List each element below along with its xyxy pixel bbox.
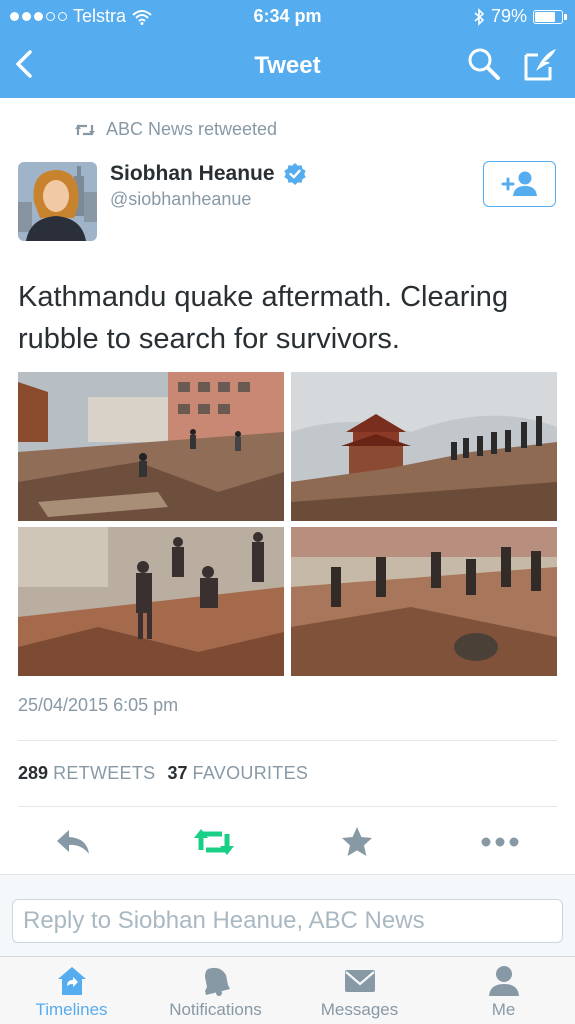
status-bar: Telstra 6:34 pm 79% bbox=[0, 0, 575, 32]
tweet-photo[interactable] bbox=[291, 372, 557, 521]
tweet-photo[interactable] bbox=[18, 372, 284, 521]
nav-bar: Tweet bbox=[0, 32, 575, 98]
home-icon bbox=[57, 967, 86, 995]
rubble-photo-3 bbox=[18, 527, 284, 676]
tweet-text: Kathmandu quake aftermath. Clearing rubb… bbox=[18, 281, 509, 355]
tweet-stats: 289 RETWEETS 37 FAVOURITES bbox=[18, 763, 308, 784]
tweet-timestamp: 25/04/2015 6:05 pm bbox=[18, 695, 179, 715]
photo-grid bbox=[18, 372, 557, 676]
search-icon bbox=[468, 48, 500, 80]
favourite-button[interactable] bbox=[335, 820, 379, 864]
retweet-small-icon bbox=[75, 124, 95, 135]
reply-button[interactable] bbox=[51, 820, 95, 864]
retweeted-label: ABC News retweeted bbox=[106, 119, 278, 139]
tweet-photo[interactable] bbox=[291, 527, 557, 676]
tweet-photo[interactable] bbox=[18, 527, 284, 676]
reply-icon bbox=[57, 830, 89, 854]
follow-button[interactable] bbox=[483, 161, 556, 207]
tab-label: Messages bbox=[320, 1000, 399, 1019]
divider bbox=[18, 740, 557, 741]
rubble-photo-1 bbox=[18, 372, 284, 521]
search-button[interactable] bbox=[466, 46, 502, 82]
favourites-label: FAVOURITES bbox=[192, 763, 309, 783]
separator-band bbox=[0, 874, 575, 888]
tab-notifications[interactable]: Notifications bbox=[144, 957, 287, 1024]
battery-percent: 79% bbox=[490, 6, 527, 26]
back-button[interactable] bbox=[10, 46, 42, 82]
retweets-count: 289 bbox=[18, 763, 49, 783]
more-button[interactable] bbox=[478, 820, 522, 864]
bluetooth-icon bbox=[474, 7, 485, 26]
retweets-label: RETWEETS bbox=[53, 763, 156, 783]
author-name: Siobhan Heanue bbox=[110, 162, 275, 185]
battery-icon bbox=[533, 9, 567, 24]
reply-bar bbox=[0, 888, 575, 956]
favourites-stat[interactable]: 37 FAVOURITES bbox=[167, 763, 308, 784]
tab-timelines[interactable]: Timelines bbox=[0, 957, 143, 1024]
add-user-icon bbox=[501, 171, 537, 196]
person-icon bbox=[488, 966, 519, 996]
tab-label: Notifications bbox=[169, 1000, 262, 1019]
status-right-group: 79% bbox=[473, 6, 567, 27]
envelope-icon bbox=[344, 970, 375, 992]
rubble-photo-2 bbox=[291, 372, 557, 521]
retweets-stat[interactable]: 289 RETWEETS bbox=[18, 763, 155, 784]
verified-badge-icon bbox=[283, 163, 306, 185]
tab-label: Timelines bbox=[35, 1000, 108, 1019]
chevron-left-icon bbox=[16, 50, 32, 78]
more-icon bbox=[481, 837, 519, 847]
battery-level bbox=[535, 11, 555, 22]
author-name-row[interactable]: Siobhan Heanue bbox=[110, 162, 307, 186]
avatar-image bbox=[18, 162, 97, 241]
author-avatar[interactable] bbox=[18, 162, 97, 241]
compose-icon bbox=[524, 49, 556, 81]
favourites-count: 37 bbox=[167, 763, 188, 783]
app-header: Telstra 6:34 pm 79% Tweet bbox=[0, 0, 575, 98]
divider bbox=[18, 806, 557, 807]
tab-messages[interactable]: Messages bbox=[288, 957, 431, 1024]
rubble-photo-4 bbox=[291, 527, 557, 676]
retweet-context[interactable]: ABC News retweeted bbox=[74, 119, 277, 140]
bell-icon bbox=[204, 967, 230, 996]
tab-bar: Timelines Notifications Messages Me bbox=[0, 956, 575, 1024]
retweet-icon bbox=[194, 829, 234, 855]
favourite-icon bbox=[342, 827, 372, 856]
compose-button[interactable] bbox=[522, 45, 560, 83]
tab-me[interactable]: Me bbox=[432, 957, 575, 1024]
author-handle[interactable]: @siobhanheanue bbox=[110, 189, 251, 210]
reply-input[interactable] bbox=[12, 899, 563, 943]
tab-label: Me bbox=[491, 1000, 516, 1019]
retweet-button[interactable] bbox=[192, 820, 236, 864]
